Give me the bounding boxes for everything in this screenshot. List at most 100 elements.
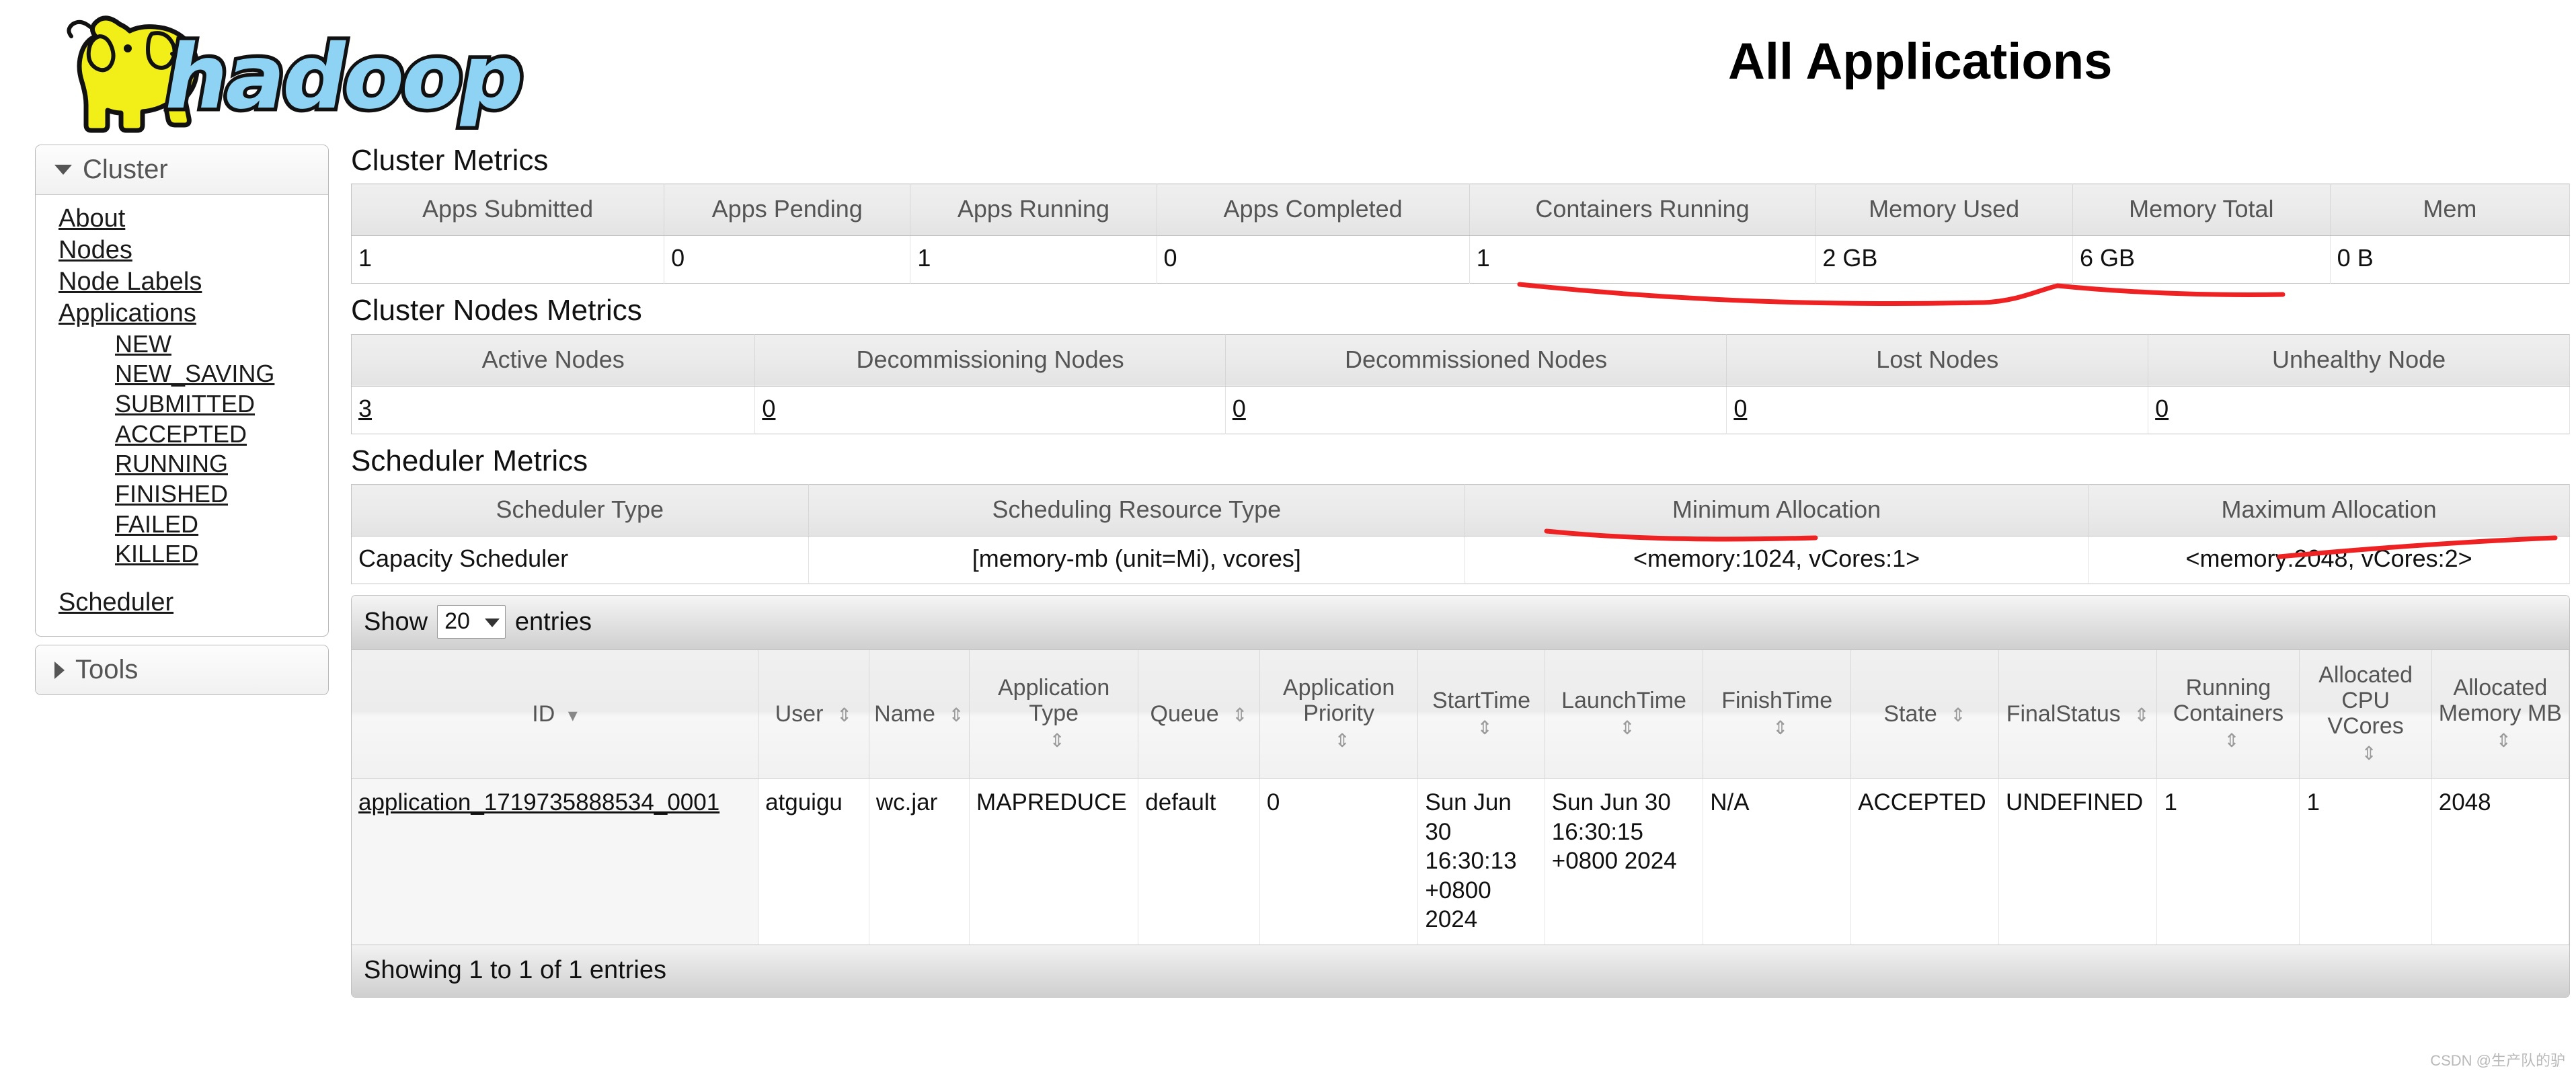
sort-both-icon: ⇕ xyxy=(2495,730,2512,752)
cell-application-type: MAPREDUCE xyxy=(969,778,1139,945)
val-active-nodes[interactable]: 3 xyxy=(351,386,756,434)
cell-state: ACCEPTED xyxy=(1850,778,1999,945)
sidebar-item-state-new[interactable]: NEW xyxy=(36,329,328,360)
sidebar-item-scheduler[interactable]: Scheduler xyxy=(36,587,328,619)
datatable-length-bar: Show 20 entries xyxy=(352,596,2569,651)
sidebar-item-about[interactable]: About xyxy=(36,203,328,235)
sidebar-item-state-killed[interactable]: KILLED xyxy=(36,539,328,569)
val-minimum-allocation: <memory:1024, vCores:1> xyxy=(1465,536,2089,584)
page-title: All Applications xyxy=(1728,33,2113,90)
sidebar-cluster-label: Cluster xyxy=(83,155,168,184)
col-finish-time[interactable]: FinishTime ⇕ xyxy=(1703,650,1852,779)
table-row: 3 0 0 0 0 xyxy=(351,386,2570,434)
sidebar-item-state-finished[interactable]: FINISHED xyxy=(36,479,328,510)
col-application-type[interactable]: Application Type ⇕ xyxy=(969,650,1139,779)
sidebar-panel-cluster: Cluster About Nodes Node Labels Applicat… xyxy=(35,145,329,637)
chevron-down-icon xyxy=(484,618,500,627)
sidebar-item-state-submitted[interactable]: SUBMITTED xyxy=(36,389,328,420)
val-apps-running: 1 xyxy=(910,235,1157,284)
sidebar-item-state-accepted[interactable]: ACCEPTED xyxy=(36,420,328,450)
col-final-status[interactable]: FinalStatus ⇕ xyxy=(1998,650,2158,779)
col-running-containers-label: Running Containers xyxy=(2173,675,2284,727)
cluster-metrics-heading: Cluster Metrics xyxy=(351,144,549,177)
sort-both-icon: ⇕ xyxy=(2361,743,2377,764)
col-launch-time[interactable]: LaunchTime ⇕ xyxy=(1545,650,1704,779)
sort-both-icon: ⇕ xyxy=(948,704,964,725)
col-apps-completed: Apps Completed xyxy=(1157,184,1470,237)
col-id[interactable]: ID ▾ xyxy=(352,650,759,779)
col-name[interactable]: Name ⇕ xyxy=(869,650,970,779)
cluster-metrics-table: Apps Submitted Apps Pending Apps Running… xyxy=(351,184,2571,284)
sidebar-item-state-running[interactable]: RUNNING xyxy=(36,449,328,479)
sort-both-icon: ⇕ xyxy=(1772,717,1789,739)
val-apps-submitted: 1 xyxy=(351,235,665,284)
table-header-row: Active Nodes Decommissioning Nodes Decom… xyxy=(351,334,2570,387)
col-memory-total: Memory Total xyxy=(2072,184,2331,237)
col-allocated-memory-mb-label: Allocated Memory MB xyxy=(2438,675,2562,727)
col-application-type-label: Application Type xyxy=(997,675,1110,727)
col-start-time[interactable]: StartTime ⇕ xyxy=(1417,650,1545,779)
sort-both-icon: ⇕ xyxy=(2224,730,2240,752)
table-header-row: Scheduler Type Scheduling Resource Type … xyxy=(351,484,2570,537)
val-maximum-allocation: <memory:2048, vCores:2> xyxy=(2088,536,2570,584)
sidebar-cluster-header[interactable]: Cluster xyxy=(36,145,328,195)
decommissioning-nodes-link[interactable]: 0 xyxy=(762,395,775,422)
application-id-link[interactable]: application_1719735888534_0001 xyxy=(358,789,719,815)
col-apps-pending: Apps Pending xyxy=(664,184,911,237)
col-state[interactable]: State ⇕ xyxy=(1850,650,1999,779)
val-apps-completed: 0 xyxy=(1157,235,1470,284)
col-running-containers[interactable]: Running Containers ⇕ xyxy=(2156,650,2300,779)
col-decommissioned-nodes: Decommissioned Nodes xyxy=(1225,334,1727,387)
col-application-priority[interactable]: Application Priority ⇕ xyxy=(1259,650,1419,779)
cell-allocated-memory-mb: 2048 xyxy=(2431,778,2569,945)
sidebar-item-state-new-saving[interactable]: NEW_SAVING xyxy=(36,359,328,389)
val-lost-nodes[interactable]: 0 xyxy=(1726,386,2149,434)
page-length-value: 20 xyxy=(444,608,470,635)
show-label: Show xyxy=(364,607,428,636)
sort-both-icon: ⇕ xyxy=(1049,730,1065,752)
val-unhealthy-nodes[interactable]: 0 xyxy=(2148,386,2570,434)
col-memory-reserved: Mem xyxy=(2330,184,2571,237)
sidebar: Cluster About Nodes Node Labels Applicat… xyxy=(35,145,329,703)
col-containers-running: Containers Running xyxy=(1469,184,1816,237)
cell-id[interactable]: application_1719735888534_0001 xyxy=(352,778,759,945)
sort-both-icon: ⇕ xyxy=(2134,704,2150,725)
sort-both-icon: ⇕ xyxy=(1232,704,1248,725)
val-apps-pending: 0 xyxy=(664,235,911,284)
col-apps-submitted: Apps Submitted xyxy=(351,184,665,237)
sidebar-item-state-failed[interactable]: FAILED xyxy=(36,510,328,540)
sidebar-item-nodes[interactable]: Nodes xyxy=(36,235,328,266)
col-scheduling-resource-type: Scheduling Resource Type xyxy=(808,484,1466,537)
col-user[interactable]: User ⇕ xyxy=(758,650,869,779)
active-nodes-link[interactable]: 3 xyxy=(358,395,372,422)
val-decommissioned-nodes[interactable]: 0 xyxy=(1225,386,1727,434)
sidebar-panel-tools: Tools xyxy=(35,645,329,696)
table-row: 1 0 1 0 1 2 GB 6 GB 0 B xyxy=(351,235,2571,284)
page-length-select[interactable]: 20 xyxy=(437,605,506,639)
sort-both-icon: ⇕ xyxy=(1950,704,1966,725)
sidebar-tools-header[interactable]: Tools xyxy=(36,645,328,695)
unhealthy-nodes-link[interactable]: 0 xyxy=(2155,395,2169,422)
decommissioned-nodes-link[interactable]: 0 xyxy=(1233,395,1246,422)
table-header-row: ID ▾ User ⇕ Name ⇕ Application Type ⇕ Qu… xyxy=(352,650,2569,779)
val-decommissioning-nodes[interactable]: 0 xyxy=(754,386,1226,434)
col-allocated-cpu-vcores[interactable]: Allocated CPU VCores ⇕ xyxy=(2299,650,2432,779)
sidebar-item-applications[interactable]: Applications xyxy=(36,298,328,329)
col-queue-label: Queue xyxy=(1150,701,1219,727)
cell-finish-time: N/A xyxy=(1703,778,1852,945)
sort-both-icon: ⇕ xyxy=(1477,717,1493,739)
chevron-down-icon xyxy=(54,165,72,175)
lost-nodes-link[interactable]: 0 xyxy=(1733,395,1747,422)
col-decommissioning-nodes: Decommissioning Nodes xyxy=(754,334,1226,387)
cell-name: wc.jar xyxy=(869,778,970,945)
sort-both-icon: ⇕ xyxy=(1334,730,1350,752)
hadoop-logo: hadoop xyxy=(20,7,531,134)
col-allocated-memory-mb[interactable]: Allocated Memory MB ⇕ xyxy=(2431,650,2569,779)
sidebar-item-node-labels[interactable]: Node Labels xyxy=(36,266,328,298)
table-row: application_1719735888534_0001 atguigu w… xyxy=(352,778,2569,945)
svg-text:hadoop: hadoop xyxy=(157,26,531,129)
col-queue[interactable]: Queue ⇕ xyxy=(1138,650,1260,779)
sort-both-icon: ⇕ xyxy=(836,704,853,725)
cell-allocated-cpu-vcores: 1 xyxy=(2299,778,2432,945)
